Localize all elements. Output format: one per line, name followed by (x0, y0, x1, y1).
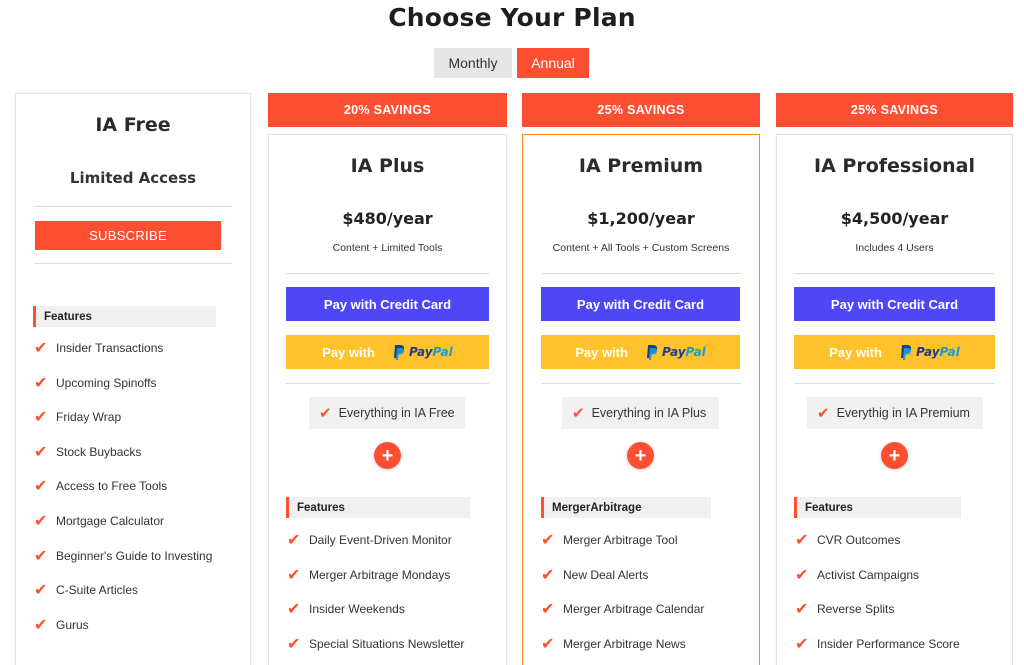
expand-plus-button[interactable]: + (374, 442, 401, 469)
pay-paypal-button[interactable]: Pay with PayPal (794, 335, 995, 369)
list-item: ✔ Special Situations Newsletter (287, 635, 465, 653)
features-label: Features (33, 306, 216, 327)
list-item: ✔ Insider Performance Score (795, 635, 960, 653)
divider (541, 273, 741, 274)
savings-banner: 25% SAVINGS (522, 93, 760, 127)
feature-list: ✔ Merger Arbitrage Tool ✔ New Deal Alerts … (541, 532, 751, 665)
plan-price: $1,200/year (587, 209, 695, 228)
features-label: Features (794, 497, 961, 518)
check-icon: ✔ (34, 616, 48, 634)
plan-card-free: IA Free Limited Access SUBSCRIBE Feature… (15, 93, 251, 665)
check-icon: ✔ (287, 635, 301, 653)
includes-badge: ✔ Everything in IA Free (309, 397, 465, 429)
check-icon: ✔ (34, 512, 48, 530)
pay-credit-card-button[interactable]: Pay with Credit Card (794, 287, 995, 321)
feature-list: ✔ Insider Transactions ✔ Upcoming Spinoffs… (34, 340, 244, 651)
billing-monthly-toggle[interactable]: Monthly (434, 48, 512, 78)
expand-plus-button[interactable]: + (881, 442, 908, 469)
list-item: ✔ Access to Free Tools (34, 478, 168, 496)
list-item: ✔ Mortgage Calculator (34, 512, 165, 530)
list-item: ✔ Daily Event-Driven Monitor (287, 532, 452, 549)
list-item: ✔ Merger Arbitrage Tool (541, 532, 678, 549)
feature-list: ✔ CVR Outcomes ✔ Activist Campaigns ✔ Rever… (795, 532, 1005, 665)
price-note: Content + Limited Tools (332, 242, 443, 254)
plan-card-plus: IA Plus $480/year Content + Limited Tool… (268, 134, 507, 665)
divider (34, 206, 232, 207)
price-note: Content + All Tools + Custom Screens (552, 242, 730, 254)
expand-plus-button[interactable]: + (627, 442, 654, 469)
check-icon: ✔ (287, 601, 301, 619)
list-item: ✔ Insider Transactions (34, 340, 164, 357)
divider (794, 383, 995, 384)
check-icon: ✔ (34, 374, 48, 392)
plan-price: $4,500/year (840, 209, 949, 228)
check-icon: ✔ (572, 405, 585, 422)
price-note: Includes 4 Users (855, 242, 934, 254)
list-item: ✔ Stock Buybacks (34, 443, 142, 461)
check-icon: ✔ (287, 566, 301, 584)
divider (541, 383, 741, 384)
check-icon: ✔ (541, 566, 555, 584)
plan-name: IA Professional (814, 155, 975, 177)
check-icon: ✔ (34, 582, 48, 600)
check-icon: ✔ (541, 601, 555, 619)
divider (794, 273, 995, 274)
savings-banner: 25% SAVINGS (776, 93, 1013, 127)
plan-subtitle: Limited Access (69, 169, 197, 187)
savings-banner: 20% SAVINGS (268, 93, 507, 127)
check-icon: ✔ (34, 547, 48, 565)
divider (286, 383, 489, 384)
list-item: ✔ C-Suite Articles (34, 582, 139, 600)
pay-paypal-button[interactable]: Pay with PayPal (541, 335, 740, 369)
check-icon: ✔ (541, 635, 555, 653)
check-icon: ✔ (34, 443, 48, 461)
plan-name: IA Plus (350, 155, 425, 177)
list-item: ✔ New Deal Alerts (541, 566, 649, 584)
check-icon: ✔ (795, 635, 809, 653)
list-item: ✔ Upcoming Spinoffs (34, 374, 157, 392)
billing-annual-toggle[interactable]: Annual (517, 48, 589, 78)
list-item: ✔ Beginner's Guide to Investing (34, 547, 213, 565)
paypal-logo-icon: PayPal (393, 344, 453, 360)
paypal-logo-icon: PayPal (900, 344, 960, 360)
plan-name: IA Premium (578, 155, 704, 177)
list-item: ✔ Reverse Splits (795, 601, 895, 619)
pay-credit-card-button[interactable]: Pay with Credit Card (286, 287, 489, 321)
check-icon: ✔ (34, 409, 48, 427)
list-item: ✔ CVR Outcomes (795, 532, 901, 549)
list-item: ✔ Merger Arbitrage Calendar (541, 601, 705, 619)
subscribe-button[interactable]: SUBSCRIBE (35, 221, 221, 250)
list-item: ✔ Insider Weekends (287, 601, 405, 619)
check-icon: ✔ (34, 340, 48, 357)
plan-price: $480/year (342, 209, 433, 228)
list-item: ✔ Merger Arbitrage News (541, 635, 686, 653)
check-icon: ✔ (795, 532, 809, 549)
features-label: Features (286, 497, 470, 518)
page-title: Choose Your Plan (388, 3, 636, 32)
features-label: MergerArbitrage (541, 497, 711, 518)
includes-badge: ✔ Everything in IA Plus (562, 397, 719, 429)
check-icon: ✔ (795, 601, 809, 619)
pay-paypal-button[interactable]: Pay with PayPal (286, 335, 489, 369)
check-icon: ✔ (34, 478, 48, 496)
includes-badge: ✔ Everythig in IA Premium (807, 397, 983, 429)
pay-credit-card-button[interactable]: Pay with Credit Card (541, 287, 740, 321)
feature-list: ✔ Daily Event-Driven Monitor ✔ Merger Arbi… (287, 532, 497, 665)
divider (34, 263, 232, 264)
paypal-logo-icon: PayPal (646, 344, 706, 360)
list-item: ✔ Gurus (34, 616, 89, 634)
plan-card-premium: IA Premium $1,200/year Content + All Too… (522, 134, 760, 665)
list-item: ✔ Merger Arbitrage Mondays (287, 566, 451, 584)
plan-name: IA Free (95, 114, 171, 136)
check-icon: ✔ (287, 532, 301, 549)
list-item: ✔ Activist Campaigns (795, 566, 920, 584)
check-icon: ✔ (319, 405, 332, 422)
check-icon: ✔ (541, 532, 555, 549)
plan-card-professional: IA Professional $4,500/year Includes 4 U… (776, 134, 1013, 665)
list-item: ✔ Friday Wrap (34, 409, 122, 427)
check-icon: ✔ (795, 566, 809, 584)
divider (286, 273, 489, 274)
check-icon: ✔ (817, 405, 830, 422)
